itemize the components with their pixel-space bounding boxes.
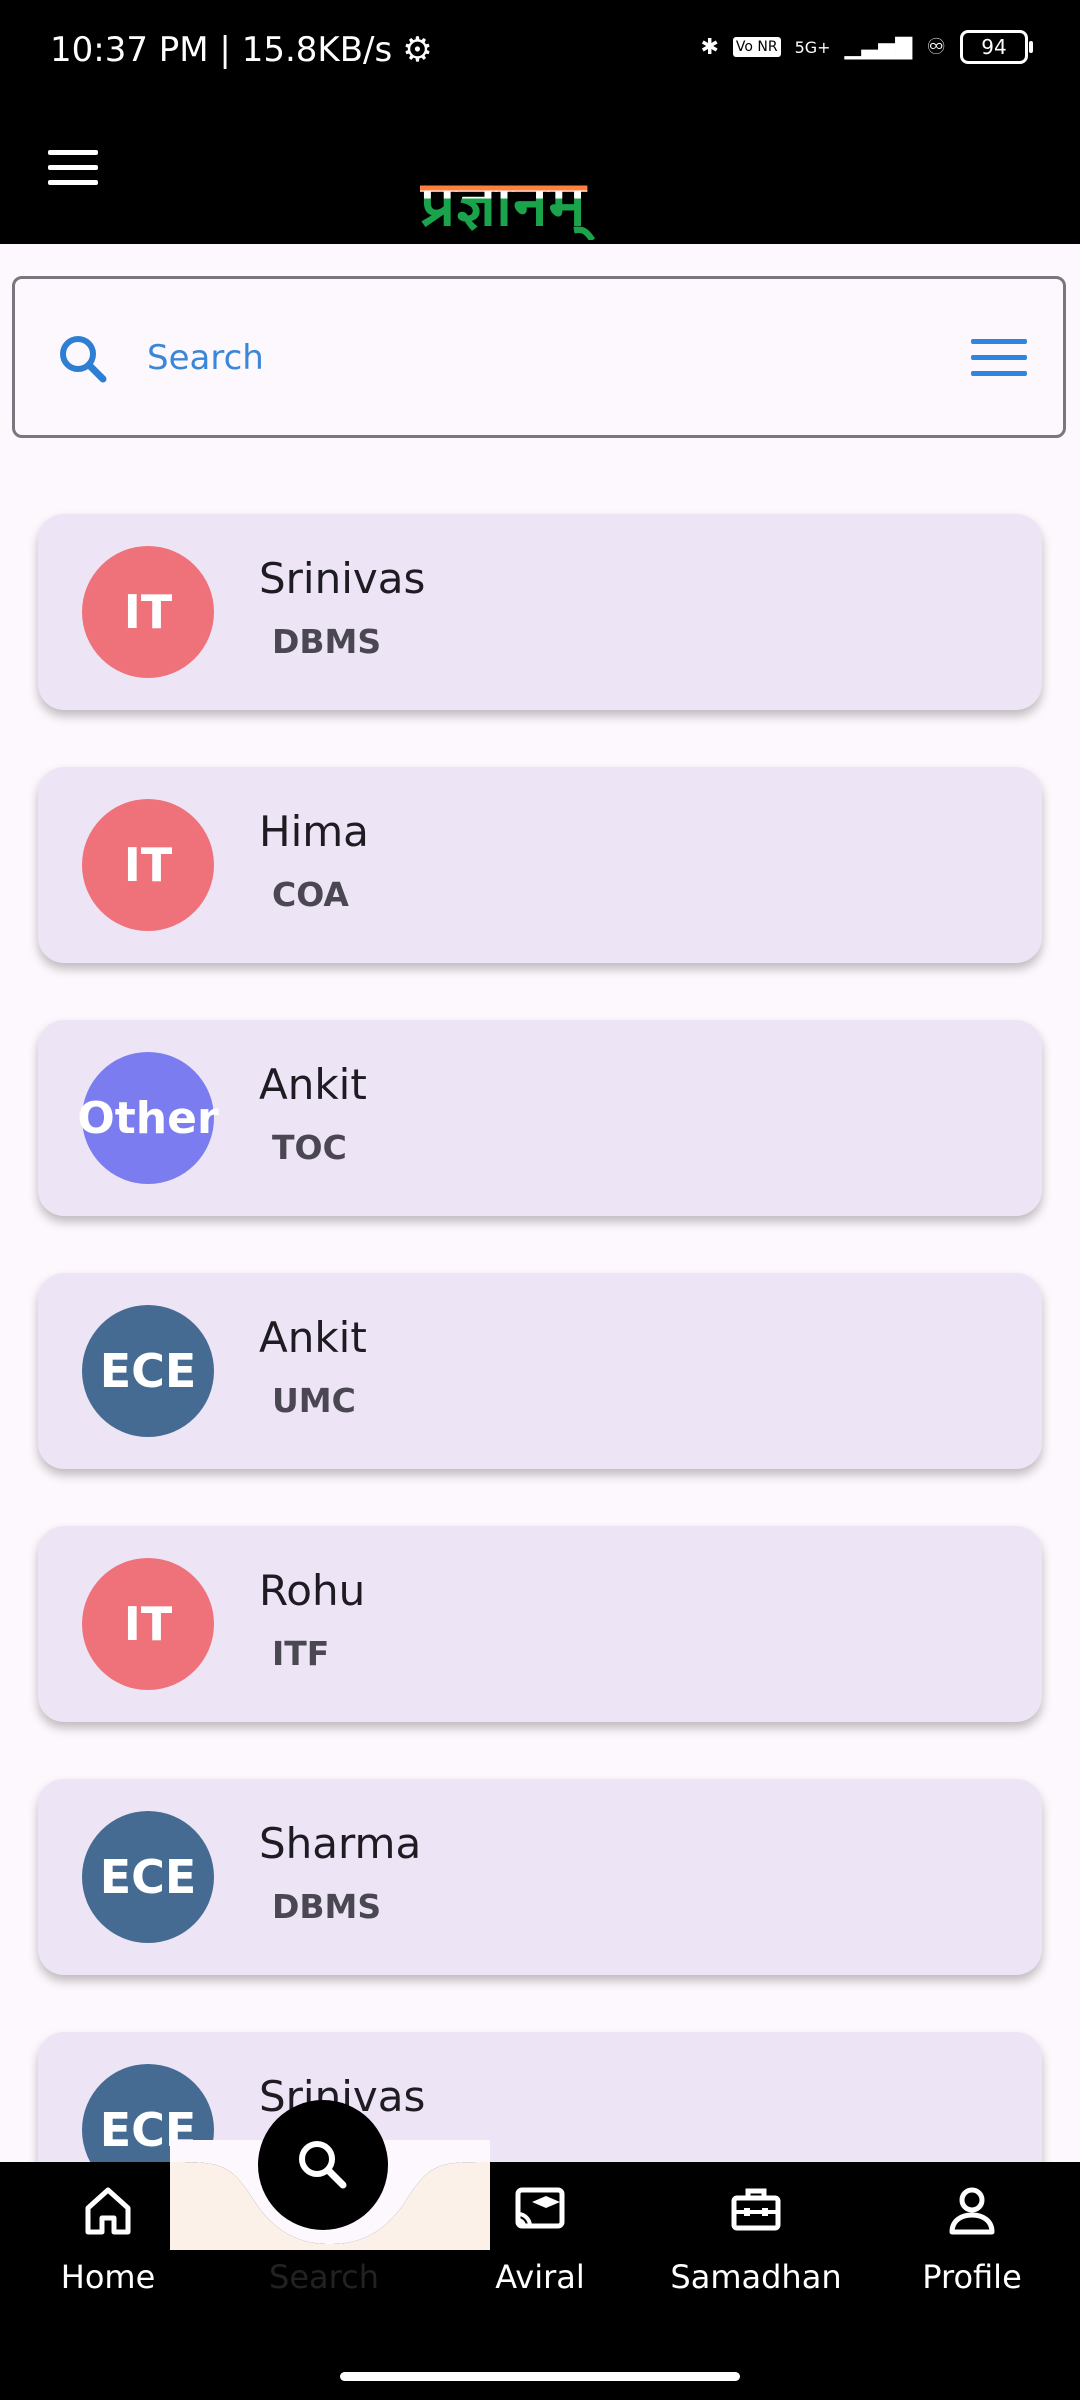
status-left: 10:37 PM | 15.8KB/s ⚙ (50, 30, 433, 70)
volte-icon: Vo NR (732, 37, 781, 57)
avatar: IT (82, 546, 214, 678)
bluetooth-icon: ✱ (700, 34, 719, 60)
item-subject: UMC (272, 1381, 356, 1420)
nav-search-label: Search (269, 2258, 379, 2296)
search-input[interactable] (145, 325, 929, 391)
list-item[interactable]: IT Srinivas DBMS (38, 514, 1042, 710)
battery-level: 94 (981, 35, 1007, 59)
item-subject: DBMS (272, 622, 382, 661)
avatar: IT (82, 799, 214, 931)
nav-profile[interactable]: Profile (872, 2180, 1072, 2296)
nav-samadhan[interactable]: Samadhan (656, 2180, 856, 2296)
settings-gear-icon: ⚙ (402, 30, 433, 70)
list-item[interactable]: IT Hima COA (38, 767, 1042, 963)
list-item[interactable]: ECE Ankit UMC (38, 1273, 1042, 1469)
item-name: Rohu (259, 1566, 366, 1615)
search-icon (60, 336, 107, 383)
avatar: ECE (82, 1811, 214, 1943)
item-name: Srinivas (259, 554, 426, 603)
faculty-list: IT Srinivas DBMS IT Hima COA Other Ankit… (38, 514, 1042, 2285)
status-right: ✱ Vo NR 5G+ ▁▃▅▇ ♾ 94 (700, 30, 1033, 64)
nav-search-spacer (294, 2180, 354, 2240)
nav-aviral-label: Aviral (495, 2258, 585, 2296)
item-subject: DBMS (272, 1887, 382, 1926)
app-logo: प्रज्ञानम् (420, 160, 660, 240)
nav-home[interactable]: Home (8, 2180, 208, 2296)
nav-profile-label: Profile (922, 2258, 1022, 2296)
item-subject: ITF (272, 1634, 330, 1673)
avatar: ECE (82, 1305, 214, 1437)
app-bar: प्रज्ञानम् (0, 108, 1080, 244)
menu-hamburger-icon[interactable] (48, 146, 102, 190)
item-name: Hima (259, 807, 369, 856)
item-name: Ankit (259, 1060, 367, 1109)
filter-menu-icon[interactable] (971, 339, 1027, 379)
network-label: 5G+ (794, 37, 831, 57)
home-indicator[interactable] (340, 2372, 740, 2381)
item-name: Ankit (259, 1313, 367, 1362)
nav-home-label: Home (60, 2258, 156, 2296)
person-icon (949, 2187, 995, 2235)
list-item[interactable]: Other Ankit TOC (38, 1020, 1042, 1216)
avatar: Other (77, 1052, 219, 1184)
avatar: IT (82, 1558, 214, 1690)
nav-samadhan-label: Samadhan (670, 2258, 842, 2296)
signal-icon: ▁▃▅▇ (844, 34, 913, 60)
search-box[interactable] (12, 276, 1066, 438)
toolbox-icon (731, 2188, 781, 2231)
list-item[interactable]: IT Rohu ITF (38, 1526, 1042, 1722)
home-icon (85, 2187, 131, 2235)
item-subject: TOC (272, 1128, 347, 1167)
nav-aviral[interactable]: Aviral (440, 2180, 640, 2296)
item-name: Sharma (259, 1819, 422, 1868)
battery-icon: 94 (960, 30, 1033, 64)
list-item[interactable]: ECE Sharma DBMS (38, 1779, 1042, 1975)
nav-search[interactable]: Search (224, 2180, 424, 2296)
status-bar: 10:37 PM | 15.8KB/s ⚙ ✱ Vo NR 5G+ ▁▃▅▇ ♾… (0, 0, 1080, 108)
item-subject: COA (272, 875, 349, 914)
cast-graduation-icon (515, 2187, 565, 2229)
status-time: 10:37 PM | 15.8KB/s (50, 30, 393, 70)
hotspot-icon: ♾ (926, 34, 946, 60)
